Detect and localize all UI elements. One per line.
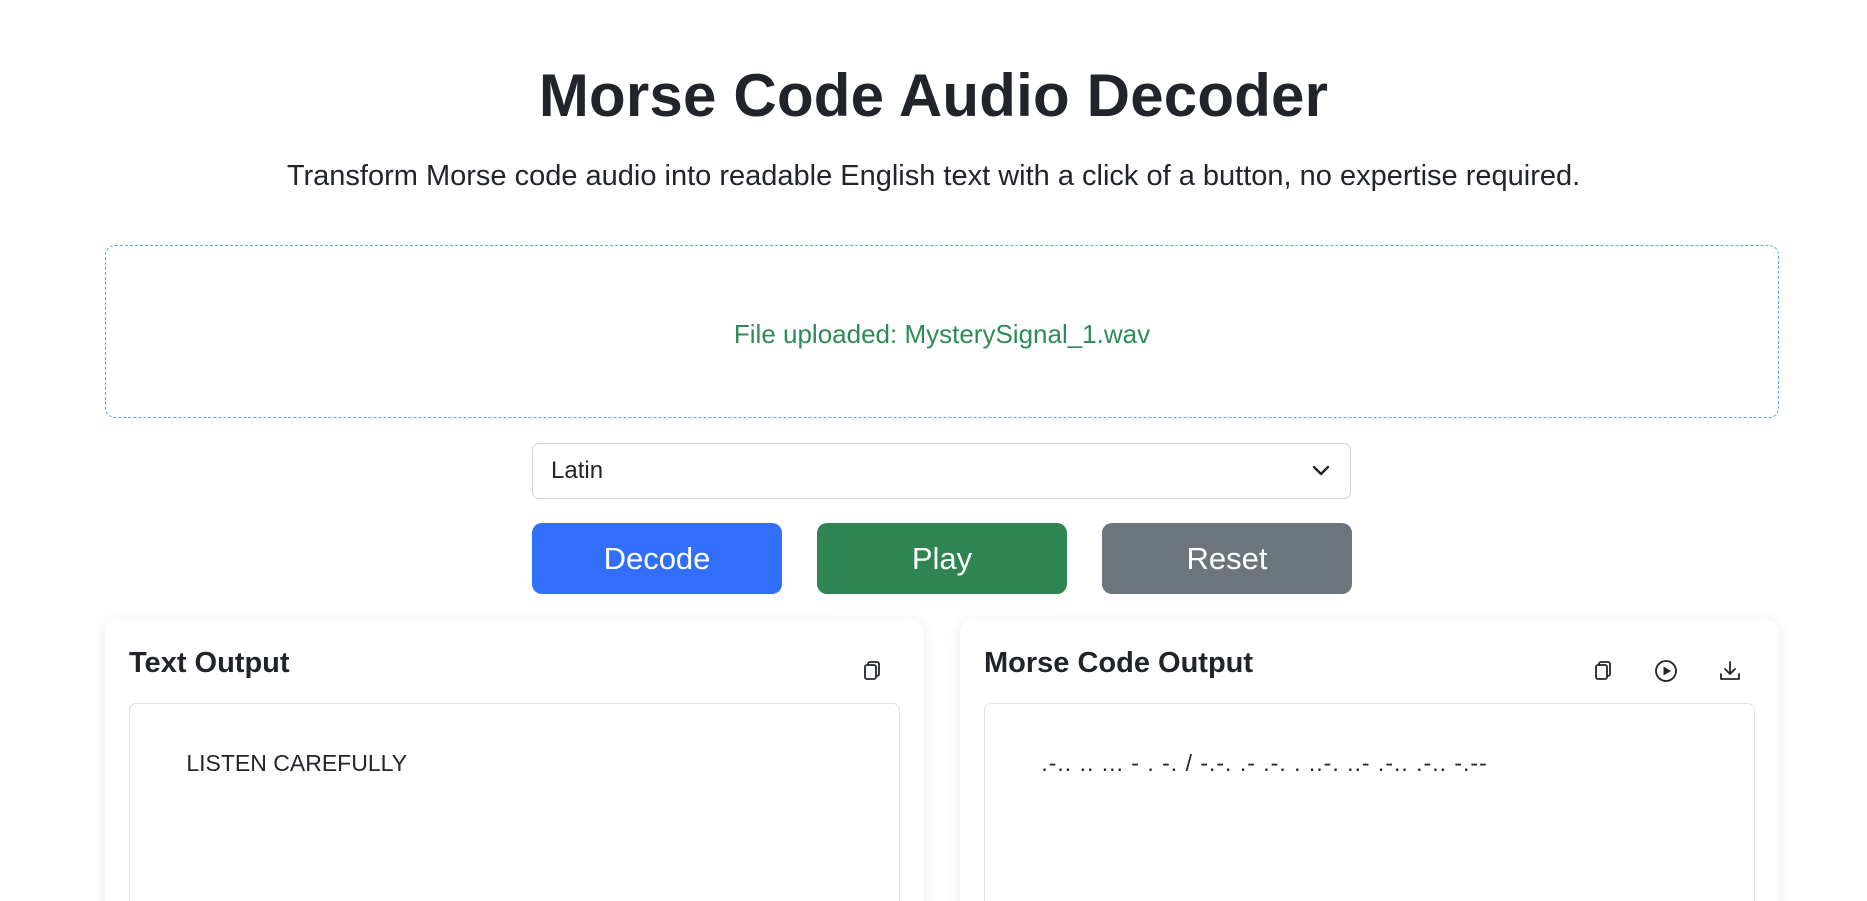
morse-output-card: Morse Code Output .-.. .. ... - . -. / -… — [960, 619, 1779, 901]
copy-icon[interactable] — [1587, 655, 1619, 687]
page: Morse Code Audio Decoder Transform Morse… — [0, 0, 1867, 901]
text-output-value: LISTEN CAREFULLY — [186, 750, 408, 776]
reset-button[interactable]: Reset — [1102, 523, 1352, 594]
text-output-title: Text Output — [129, 647, 290, 679]
morse-output-area[interactable]: .-.. .. ... - . -. / -.-. .- .-. . ..-. … — [984, 703, 1755, 901]
language-select-value: Latin — [551, 457, 604, 484]
file-dropzone[interactable]: File uploaded: MysterySignal_1.wav — [105, 245, 1779, 418]
page-title: Morse Code Audio Decoder — [538, 62, 1329, 129]
page-subtitle: Transform Morse code audio into readable… — [286, 160, 1581, 192]
morse-output-title: Morse Code Output — [984, 647, 1254, 679]
play-circle-icon[interactable] — [1650, 655, 1682, 687]
text-output-area[interactable]: LISTEN CAREFULLY — [129, 703, 900, 901]
morse-output-value: .-.. .. ... - . -. / -.-. .- .-. . ..-. … — [1041, 750, 1488, 776]
copy-icon[interactable] — [856, 655, 888, 687]
play-button[interactable]: Play — [817, 523, 1067, 594]
upload-status-text: File uploaded: MysterySignal_1.wav — [733, 319, 1151, 349]
chevron-down-icon — [1310, 460, 1332, 482]
decode-button[interactable]: Decode — [532, 523, 782, 594]
download-icon[interactable] — [1714, 655, 1746, 687]
language-select[interactable]: Latin — [532, 443, 1351, 499]
text-output-card: Text Output LISTEN CAREFULLY — [105, 619, 924, 901]
